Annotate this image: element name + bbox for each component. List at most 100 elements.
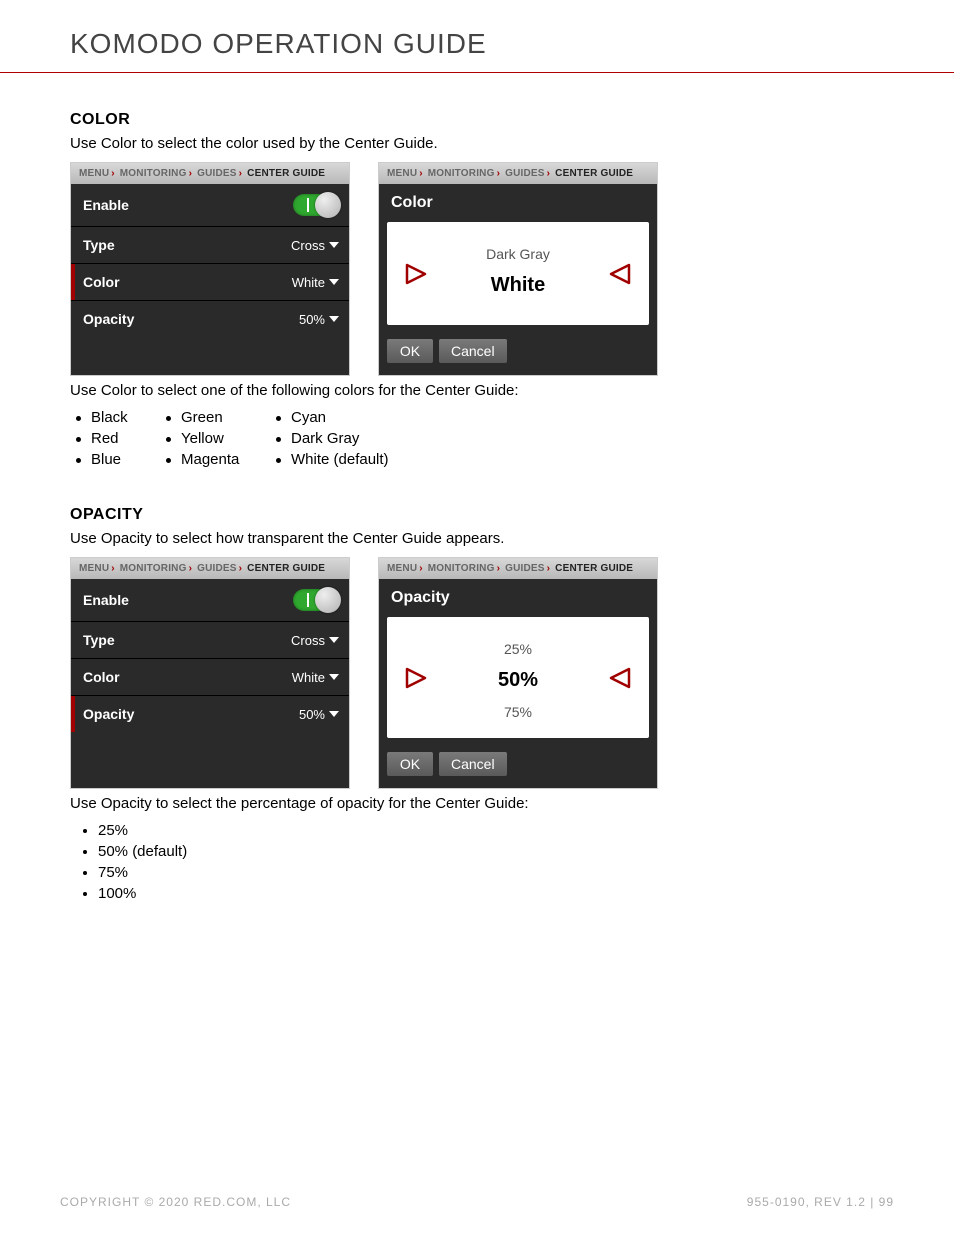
picker-title: Color — [379, 184, 657, 218]
list-item: White (default) — [276, 451, 436, 468]
menu-label: Color — [83, 274, 120, 290]
color-screens: MENU› MONITORING› GUIDES› CENTER GUIDE E… — [70, 162, 894, 376]
list-item: 50% (default) — [98, 843, 894, 860]
list-item: Cyan — [276, 409, 436, 426]
menu-value: Cross — [291, 633, 325, 648]
list-item: Dark Gray — [276, 430, 436, 447]
list-item: Black — [76, 409, 166, 426]
list-item: 25% — [98, 822, 894, 839]
bc-monitoring: MONITORING — [120, 563, 187, 574]
menu-row-type[interactable]: Type Cross — [71, 622, 349, 659]
arrow-right-icon[interactable] — [405, 667, 427, 689]
menu-label: Type — [83, 632, 115, 648]
menu-row-opacity[interactable]: Opacity 50% — [71, 696, 349, 732]
picker-option: Dark Gray — [397, 240, 639, 268]
bullet-icon — [276, 458, 281, 463]
arrow-left-icon[interactable] — [609, 667, 631, 689]
chevron-down-icon — [329, 279, 339, 285]
bc-guides: GUIDES — [505, 563, 545, 574]
cancel-button[interactable]: Cancel — [439, 752, 507, 776]
bc-current: CENTER GUIDE — [555, 168, 633, 179]
chevron-icon: › — [545, 563, 553, 574]
chevron-icon: › — [109, 563, 117, 574]
bc-guides: GUIDES — [197, 168, 237, 179]
menu-value: Cross — [291, 238, 325, 253]
bc-menu: MENU — [79, 563, 109, 574]
menu-label: Enable — [83, 197, 129, 213]
ok-button[interactable]: OK — [387, 752, 433, 776]
page-footer: COPYRIGHT © 2020 RED.COM, LLC 955-0190, … — [0, 1195, 954, 1209]
footer-copyright: COPYRIGHT © 2020 RED.COM, LLC — [60, 1195, 291, 1209]
toggle-on-icon[interactable] — [293, 194, 339, 216]
menu-label: Type — [83, 237, 115, 253]
opacity-intro: Use Opacity to select how transparent th… — [70, 530, 894, 547]
menu-row-enable[interactable]: Enable — [71, 579, 349, 622]
breadcrumb: MENU› MONITORING› GUIDES› CENTER GUIDE — [71, 558, 349, 579]
breadcrumb: MENU› MONITORING› GUIDES› CENTER GUIDE — [379, 558, 657, 579]
chevron-icon: › — [109, 168, 117, 179]
bc-menu: MENU — [387, 563, 417, 574]
section-heading-opacity: OPACITY — [70, 506, 894, 524]
chevron-down-icon — [329, 637, 339, 643]
bullet-icon — [166, 416, 171, 421]
chevron-down-icon — [329, 674, 339, 680]
bullet-icon — [166, 437, 171, 442]
menu-row-color[interactable]: Color White — [71, 264, 349, 301]
list-item: Blue — [76, 451, 166, 468]
list-item: 75% — [98, 864, 894, 881]
chevron-down-icon — [329, 242, 339, 248]
bc-monitoring: MONITORING — [428, 563, 495, 574]
ok-button[interactable]: OK — [387, 339, 433, 363]
menu-row-enable[interactable]: Enable — [71, 184, 349, 227]
picker-selected: 50% — [397, 663, 639, 698]
bc-menu: MENU — [387, 168, 417, 179]
section-heading-color: COLOR — [70, 111, 894, 129]
opacity-after: Use Opacity to select the percentage of … — [70, 795, 894, 812]
chevron-icon: › — [237, 168, 245, 179]
menu-value: 50% — [299, 312, 325, 327]
page-title: KOMODO OPERATION GUIDE — [70, 0, 894, 72]
breadcrumb: MENU› MONITORING› GUIDES› CENTER GUIDE — [71, 163, 349, 184]
list-item: Green — [166, 409, 276, 426]
picker-buttons: OK Cancel — [379, 325, 657, 375]
bc-guides: GUIDES — [197, 563, 237, 574]
bullet-icon — [276, 437, 281, 442]
color-intro: Use Color to select the color used by th… — [70, 135, 894, 152]
opacity-screens: MENU› MONITORING› GUIDES› CENTER GUIDE E… — [70, 557, 894, 789]
chevron-icon: › — [495, 563, 503, 574]
divider — [0, 72, 954, 73]
cancel-button[interactable]: Cancel — [439, 339, 507, 363]
bc-current: CENTER GUIDE — [555, 563, 633, 574]
picker-wheel[interactable]: Dark Gray White — [387, 222, 649, 325]
breadcrumb: MENU› MONITORING› GUIDES› CENTER GUIDE — [379, 163, 657, 184]
menu-value: 50% — [299, 707, 325, 722]
bullet-icon — [276, 416, 281, 421]
bc-monitoring: MONITORING — [120, 168, 187, 179]
chevron-icon: › — [495, 168, 503, 179]
chevron-down-icon — [329, 316, 339, 322]
bc-current: CENTER GUIDE — [247, 563, 325, 574]
arrow-right-icon[interactable] — [405, 263, 427, 285]
bc-guides: GUIDES — [505, 168, 545, 179]
menu-label: Opacity — [83, 706, 134, 722]
picker-title: Opacity — [379, 579, 657, 613]
list-item: 100% — [98, 885, 894, 902]
bc-monitoring: MONITORING — [428, 168, 495, 179]
menu-value: White — [292, 670, 325, 685]
footer-pageinfo: 955-0190, REV 1.2 | 99 — [747, 1195, 894, 1209]
chevron-icon: › — [187, 168, 195, 179]
bullet-icon — [166, 458, 171, 463]
menu-row-opacity[interactable]: Opacity 50% — [71, 301, 349, 337]
picker-panel-color: MENU› MONITORING› GUIDES› CENTER GUIDE C… — [378, 162, 658, 376]
arrow-left-icon[interactable] — [609, 263, 631, 285]
menu-panel-color: MENU› MONITORING› GUIDES› CENTER GUIDE E… — [70, 162, 350, 376]
toggle-on-icon[interactable] — [293, 589, 339, 611]
menu-row-type[interactable]: Type Cross — [71, 227, 349, 264]
picker-option: 75% — [397, 698, 639, 726]
chevron-icon: › — [237, 563, 245, 574]
menu-row-color[interactable]: Color White — [71, 659, 349, 696]
bc-menu: MENU — [79, 168, 109, 179]
opacity-options-list: 25% 50% (default) 75% 100% — [70, 822, 894, 902]
color-options-grid: Black Green Cyan Red Yellow Dark Gray Bl… — [76, 409, 894, 468]
picker-wheel[interactable]: 25% 50% 75% — [387, 617, 649, 738]
